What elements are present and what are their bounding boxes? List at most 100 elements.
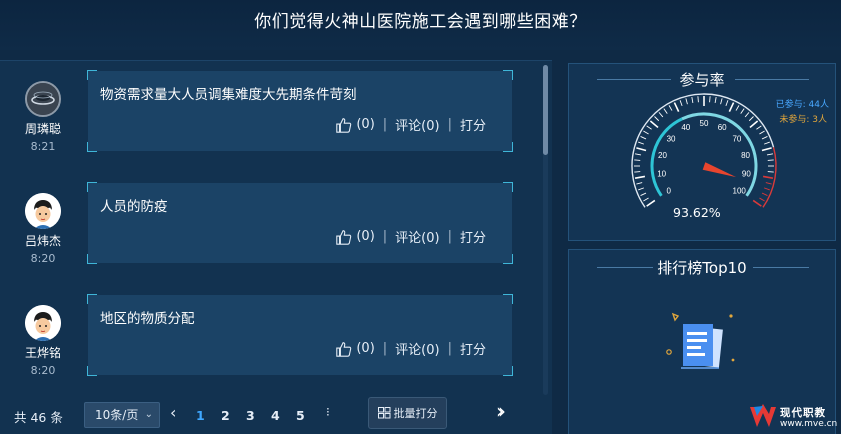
card-corner <box>503 366 513 376</box>
card-corner <box>503 70 513 80</box>
gauge-tick <box>691 96 694 104</box>
participation-panel: 参与率 已参与: 44人 未参与: 3人 0 10 20 30 40 50 60 70 80 90… <box>568 63 836 241</box>
post-actions: (0) | 评论(0) | 打分 <box>335 227 486 246</box>
user-name: 吕炜杰 <box>24 234 61 248</box>
page-number[interactable]: 2 <box>221 408 230 423</box>
gauge-tick <box>634 175 646 179</box>
gauge-tick <box>638 141 645 145</box>
gauge-tick <box>761 147 772 152</box>
divider: | <box>382 117 388 132</box>
page-number[interactable]: 5 <box>296 408 305 423</box>
gauge-tick <box>640 136 647 140</box>
avatar[interactable] <box>25 305 61 341</box>
like-count[interactable]: (0) <box>356 117 374 132</box>
gauge-tick <box>668 105 673 111</box>
participation-percent: 93.62% <box>673 205 721 220</box>
prev-page-button[interactable]: ‹ <box>170 403 176 422</box>
page-number[interactable]: 1 <box>196 408 205 423</box>
thumbs-up-icon[interactable] <box>335 228 353 246</box>
thumbs-up-icon[interactable] <box>335 340 353 358</box>
header: 你们觉得火神山医院施工会遇到哪些困难？ <box>0 0 841 50</box>
divider: | <box>447 117 452 132</box>
gauge-tick <box>714 96 717 104</box>
gauge-tick <box>762 175 774 179</box>
planet-avatar-icon <box>27 83 59 115</box>
page-number[interactable]: 4 <box>271 408 280 423</box>
gauge-tick <box>720 98 723 105</box>
post-text: 地区的物质分配 <box>100 311 195 327</box>
like-count[interactable]: (0) <box>356 341 374 356</box>
card-corner <box>503 182 513 192</box>
gauge-tick-label: 20 <box>658 151 667 160</box>
gauge-tick <box>643 197 649 202</box>
divider: | <box>447 341 452 356</box>
title-rule <box>735 79 809 80</box>
card-corner <box>87 254 97 264</box>
thumbs-up-icon[interactable] <box>335 116 353 134</box>
gauge-tick-label: 0 <box>667 187 672 196</box>
post-time: 8:20 <box>30 252 56 265</box>
comment-link[interactable]: 评论(0) <box>395 227 439 246</box>
gauge-needle <box>702 162 737 178</box>
gauge-tick-label: 40 <box>681 123 690 132</box>
gauge-tick <box>767 159 774 161</box>
score-link[interactable]: 打分 <box>460 115 486 134</box>
user-name: 王烨铭 <box>24 346 61 360</box>
gauge-tick <box>679 100 683 107</box>
comment-link[interactable]: 评论(0) <box>395 339 439 358</box>
gauge-tick <box>636 147 647 152</box>
gauge-tick <box>673 102 680 112</box>
gauge-tick <box>763 187 770 191</box>
gauge-tick <box>761 136 768 140</box>
gauge-tick <box>646 199 656 207</box>
empty-data-icon <box>666 312 735 369</box>
gauge-tick <box>767 171 774 173</box>
gauge-tick-label: 30 <box>667 134 676 143</box>
gauge-tick <box>663 108 668 114</box>
gauge-tick <box>636 182 643 185</box>
gauge-tick <box>766 153 774 156</box>
post-actions: (0) | 评论(0) | 打分 <box>335 115 486 134</box>
score-link[interactable]: 打分 <box>460 339 486 358</box>
post-actions: (0) | 评论(0) | 打分 <box>335 339 486 358</box>
post-text: 人员的防疫 <box>100 199 168 215</box>
gauge-tick <box>646 125 652 130</box>
divider: | <box>382 229 388 244</box>
card-corner <box>87 366 97 376</box>
gauge-tick <box>709 96 711 103</box>
page-number[interactable]: 3 <box>246 408 255 423</box>
not-joined-count: 未参与: 3人 <box>779 115 827 125</box>
more-pages[interactable]: ⁝ <box>326 405 330 419</box>
card-corner <box>87 182 97 192</box>
avatar[interactable] <box>25 193 61 229</box>
like-count[interactable]: (0) <box>356 229 374 244</box>
gauge-tick <box>640 192 647 196</box>
gauge-tick <box>643 130 649 135</box>
next-page-button[interactable]: ›› <box>496 399 506 423</box>
gauge-tick-label: 100 <box>733 187 747 196</box>
post-time: 8:21 <box>30 140 56 153</box>
avatar[interactable] <box>25 81 61 117</box>
brand-url: www.mve.cn <box>780 419 838 429</box>
batch-score-button[interactable]: 批量打分 <box>368 397 447 429</box>
comment-link[interactable]: 评论(0) <box>395 115 439 134</box>
score-link[interactable]: 打分 <box>460 227 486 246</box>
gauge-tick <box>748 116 754 122</box>
gauge-tick <box>752 199 762 207</box>
gauge-tick <box>763 141 770 145</box>
gauge-inner-arc <box>650 117 683 197</box>
post-item: 吕炜杰 8:20 人员的防疫 (0) | 评论(0) | 打分 <box>0 173 540 273</box>
gauge-tick-label: 90 <box>742 169 751 178</box>
gauge-tick <box>634 171 641 173</box>
post-card: 人员的防疫 (0) | 评论(0) | 打分 <box>87 182 513 264</box>
total-count: 共 46 条 <box>14 410 63 425</box>
gauge-tick <box>765 182 772 185</box>
gauge-tick <box>749 120 759 129</box>
card-corner <box>503 142 513 152</box>
page-size-select[interactable]: 10条/页 ⌄ <box>84 402 160 428</box>
scrollbar-thumb[interactable] <box>543 65 548 155</box>
gauge-tick <box>735 105 740 111</box>
gauge-tick <box>725 100 729 107</box>
page-size-value: 10条/页 <box>95 408 139 422</box>
card-corner <box>87 142 97 152</box>
